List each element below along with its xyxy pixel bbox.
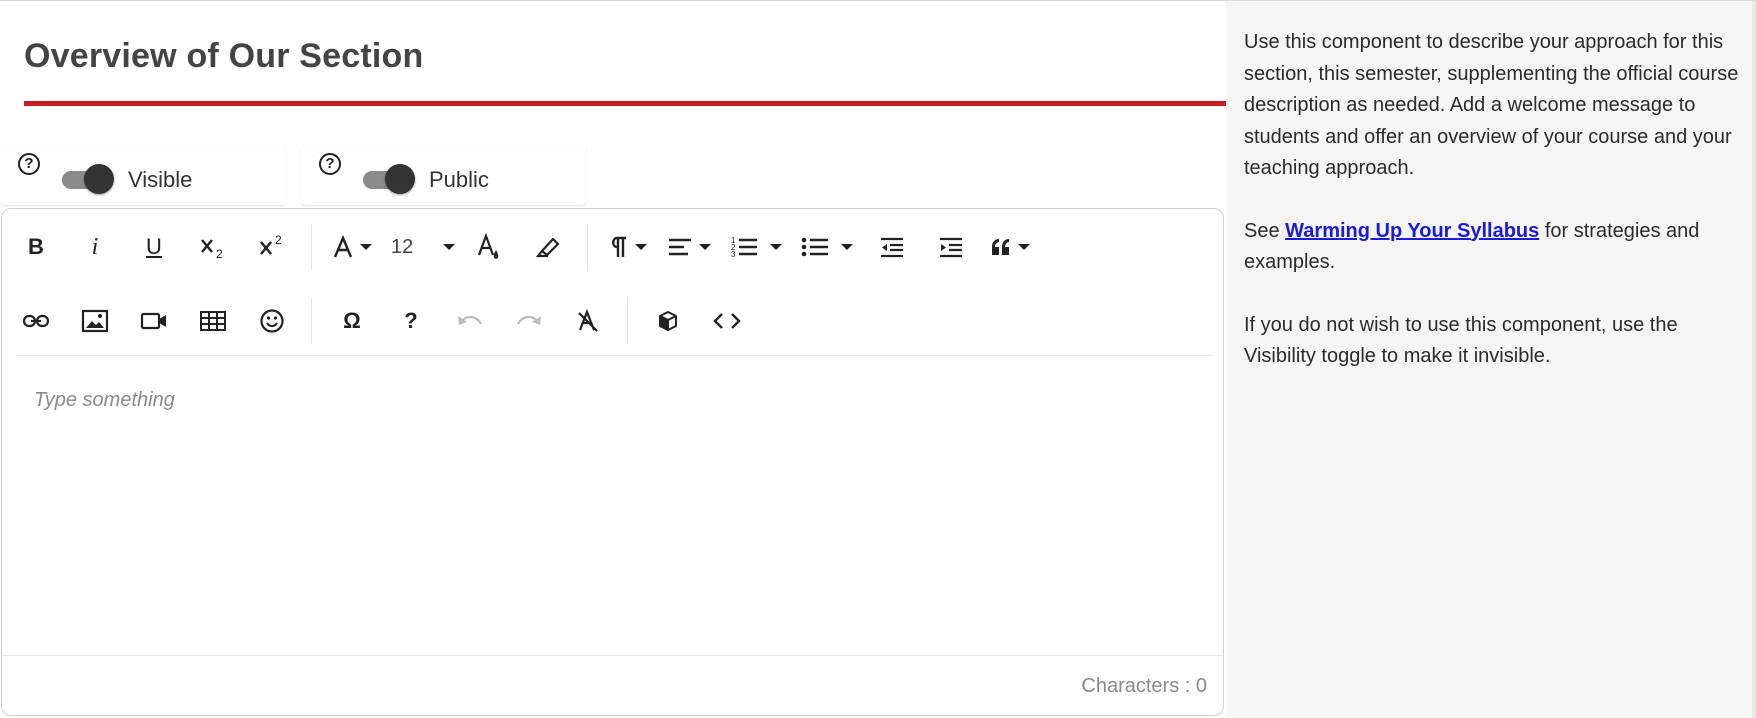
sidebar-paragraph: If you do not wish to use this component… bbox=[1244, 313, 1678, 368]
italic-icon: i bbox=[91, 233, 99, 260]
bold-button[interactable]: B bbox=[16, 224, 56, 270]
ordered-list-icon: 123 bbox=[731, 236, 758, 259]
toolbar-separator bbox=[311, 298, 312, 344]
chevron-down-icon bbox=[360, 244, 372, 250]
question-mark-icon: ? bbox=[404, 308, 418, 333]
outdent-button[interactable] bbox=[872, 224, 912, 270]
title-underline bbox=[24, 101, 1226, 106]
main-panel: Overview of Our Section ? Visible ? Publ… bbox=[0, 1, 1226, 718]
svg-text:2: 2 bbox=[216, 247, 223, 260]
insert-table-button[interactable] bbox=[193, 298, 233, 344]
unordered-list-button[interactable] bbox=[801, 224, 854, 270]
subscript-icon: 2 bbox=[201, 239, 223, 260]
toolbar-separator bbox=[587, 224, 589, 270]
svg-text:2: 2 bbox=[275, 234, 282, 247]
sidebar-paragraph: Use this component to describe your appr… bbox=[1244, 31, 1739, 179]
toolbar-separator bbox=[627, 298, 628, 344]
emoticons-button[interactable] bbox=[252, 298, 292, 344]
chevron-down-icon bbox=[1018, 244, 1031, 250]
cube-icon bbox=[659, 311, 677, 331]
svg-text:3: 3 bbox=[731, 250, 736, 259]
quote-button[interactable] bbox=[990, 224, 1031, 270]
font-size-value: 12 bbox=[391, 235, 414, 258]
unordered-list-icon bbox=[801, 237, 829, 257]
bold-icon: B bbox=[28, 234, 44, 259]
indent-icon bbox=[940, 237, 963, 258]
chevron-down-icon bbox=[770, 244, 783, 250]
paragraph-format-button[interactable] bbox=[608, 224, 648, 270]
chevron-down-icon bbox=[699, 244, 712, 250]
toggle-knob bbox=[385, 164, 415, 194]
public-label: Public bbox=[429, 167, 489, 192]
quote-icon bbox=[992, 239, 1010, 255]
text-color-button[interactable] bbox=[469, 224, 509, 270]
ordered-list-button[interactable]: 123 bbox=[730, 224, 783, 270]
undo-icon bbox=[458, 315, 482, 325]
subscript-button[interactable]: 2 bbox=[193, 224, 233, 270]
underline-button[interactable]: U bbox=[134, 224, 174, 270]
font-family-button[interactable] bbox=[332, 224, 372, 270]
sidebar-paragraph-link: See Warming Up Your Syllabus for strateg… bbox=[1244, 216, 1742, 279]
help-icon[interactable]: ? bbox=[319, 153, 341, 175]
redo-icon bbox=[517, 315, 541, 325]
visible-toggle[interactable] bbox=[62, 163, 114, 195]
editor-content-area[interactable]: Type something bbox=[34, 389, 175, 412]
public-toggle-group: ? Public bbox=[301, 145, 586, 205]
warming-up-syllabus-link[interactable]: Warming Up Your Syllabus bbox=[1285, 220, 1539, 242]
underline-icon: U bbox=[146, 234, 162, 259]
sidebar-text: See bbox=[1244, 219, 1286, 242]
align-left-icon bbox=[669, 238, 692, 256]
indent-button[interactable] bbox=[931, 224, 971, 270]
embed-button[interactable] bbox=[648, 298, 688, 344]
superscript-button[interactable]: 2 bbox=[252, 224, 292, 270]
chevron-down-icon bbox=[635, 244, 648, 250]
undo-button[interactable] bbox=[450, 298, 490, 344]
insert-link-button[interactable] bbox=[16, 298, 56, 344]
insert-image-button[interactable] bbox=[75, 298, 115, 344]
code-icon bbox=[713, 313, 741, 329]
visible-label: Visible bbox=[128, 167, 193, 192]
toolbar-row-1: B i U 2 2 12 1 2 3 bbox=[16, 224, 1049, 270]
chevron-down-icon bbox=[841, 244, 854, 250]
insert-video-button[interactable] bbox=[134, 298, 174, 344]
scrollbar-track[interactable] bbox=[1752, 1, 1756, 718]
help-sidebar: Use this component to describe your appr… bbox=[1226, 1, 1756, 718]
toolbar-row-2: Ω ? bbox=[16, 298, 766, 344]
chevron-down-icon bbox=[443, 244, 456, 250]
italic-button[interactable]: i bbox=[75, 224, 115, 270]
smiley-icon bbox=[260, 309, 284, 333]
highlight-button[interactable] bbox=[528, 224, 568, 270]
omega-icon: Ω bbox=[343, 308, 361, 333]
special-characters-button[interactable]: Ω bbox=[332, 298, 372, 344]
outdent-icon bbox=[881, 237, 904, 258]
public-toggle[interactable] bbox=[363, 163, 415, 195]
redo-button[interactable] bbox=[509, 298, 549, 344]
highlighter-icon bbox=[535, 237, 560, 258]
image-icon bbox=[81, 309, 109, 333]
help-button[interactable]: ? bbox=[391, 298, 431, 344]
toggle-knob bbox=[84, 164, 114, 194]
character-count: Characters : 0 bbox=[1081, 675, 1207, 697]
table-icon bbox=[200, 311, 226, 331]
footer-divider bbox=[2, 655, 1223, 656]
font-icon bbox=[333, 235, 353, 258]
align-button[interactable] bbox=[667, 224, 712, 270]
rich-text-editor: B i U 2 2 12 1 2 3 Ω ? Type something Ch… bbox=[1, 208, 1224, 716]
toolbar-separator bbox=[311, 224, 312, 270]
code-view-button[interactable] bbox=[707, 298, 747, 344]
page-title: Overview of Our Section bbox=[24, 37, 424, 75]
link-icon bbox=[22, 314, 50, 328]
toolbar-divider bbox=[16, 355, 1212, 356]
help-icon[interactable]: ? bbox=[18, 153, 40, 175]
video-icon bbox=[140, 312, 166, 330]
text-color-icon bbox=[478, 233, 499, 259]
clear-formatting-icon bbox=[578, 309, 598, 332]
paragraph-icon bbox=[612, 236, 627, 257]
font-size-button[interactable]: 12 bbox=[391, 224, 456, 270]
superscript-icon: 2 bbox=[260, 234, 282, 255]
visible-toggle-group: ? Visible bbox=[0, 145, 285, 205]
clear-formatting-button[interactable] bbox=[568, 298, 608, 344]
